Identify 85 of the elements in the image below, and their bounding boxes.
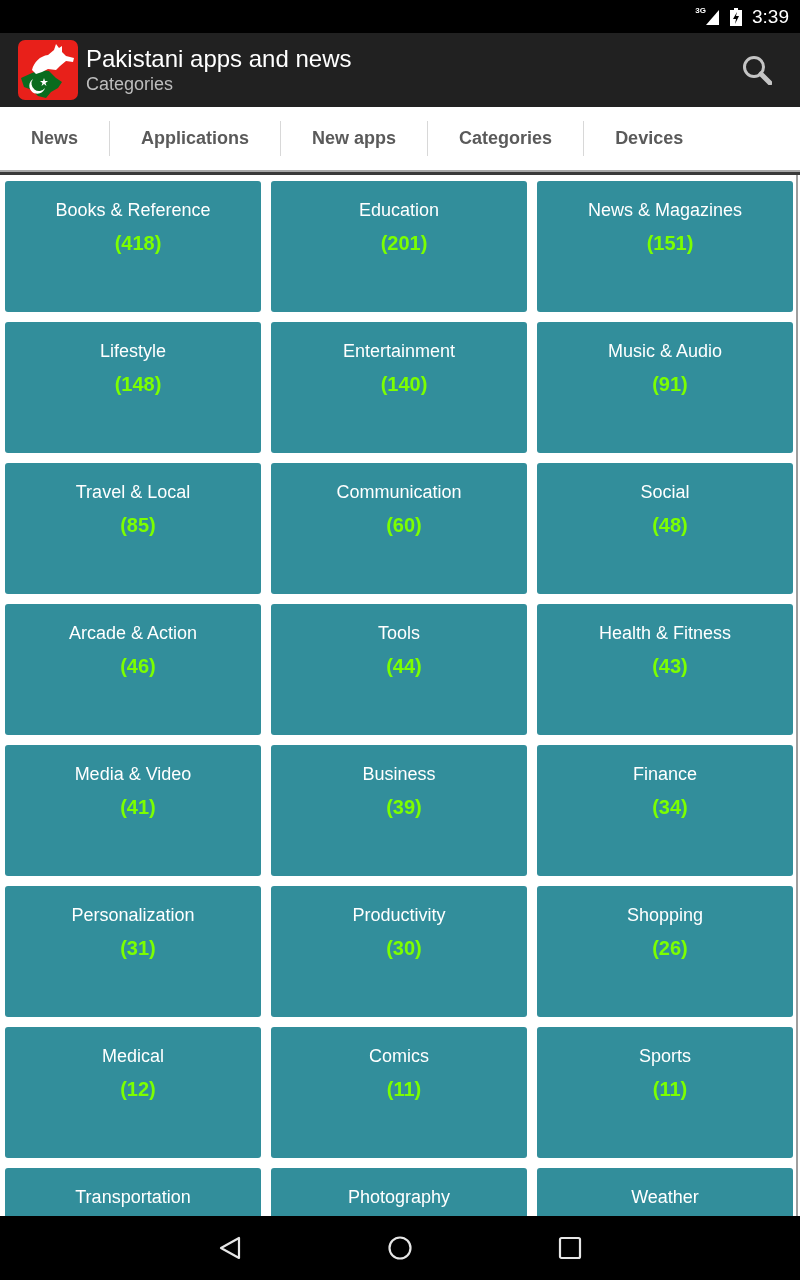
app-count: (11) xyxy=(652,1077,688,1101)
app-count: (26) xyxy=(652,936,688,960)
app-count: (39) xyxy=(386,795,422,819)
category-tile[interactable]: Weather xyxy=(537,1168,793,1216)
category-tile[interactable]: Communication (60) xyxy=(271,463,527,594)
recents-icon[interactable] xyxy=(558,1236,582,1260)
category-name: Comics xyxy=(369,1045,429,1067)
category-tile[interactable]: News & Magazines (151) xyxy=(537,181,793,312)
category-name: Personalization xyxy=(71,904,195,926)
category-tile[interactable]: Sports (11) xyxy=(537,1027,793,1158)
category-name: Lifestyle xyxy=(99,340,166,362)
app-count: (44) xyxy=(386,654,422,678)
app-count: (34) xyxy=(652,795,688,819)
app-count: (151) xyxy=(646,231,694,255)
category-name: Transportation xyxy=(75,1186,191,1208)
category-tile[interactable]: Personalization (31) xyxy=(5,886,261,1017)
app-logo-icon xyxy=(18,40,78,100)
category-name: Productivity xyxy=(352,904,446,926)
category-name: Social xyxy=(640,481,690,503)
category-tile[interactable]: Photography xyxy=(271,1168,527,1216)
category-tile[interactable]: Music & Audio (91) xyxy=(537,322,793,453)
tab[interactable]: New apps xyxy=(281,116,428,161)
category-tile[interactable]: Entertainment (140) xyxy=(271,322,527,453)
category-name: Arcade & Action xyxy=(68,622,198,644)
status-time: 3:39 xyxy=(752,5,789,28)
category-tile[interactable]: Medical (12) xyxy=(5,1027,261,1158)
category-name: Finance xyxy=(632,763,697,785)
app-count: (140) xyxy=(380,372,428,396)
category-name: Education xyxy=(358,199,440,221)
category-tile[interactable]: Lifestyle (148) xyxy=(5,322,261,453)
app-count: (48) xyxy=(652,513,688,537)
category-tile[interactable]: Finance (34) xyxy=(537,745,793,876)
category-tile[interactable]: Social (48) xyxy=(537,463,793,594)
app-count: (12) xyxy=(120,1077,156,1101)
category-name: Entertainment xyxy=(342,340,456,362)
tab[interactable]: Applications xyxy=(110,116,281,161)
category-name: Sports xyxy=(639,1045,691,1067)
category-tile[interactable]: Tools (44) xyxy=(271,604,527,735)
category-name: News & Magazines xyxy=(587,199,743,221)
app-count: (43) xyxy=(652,654,688,678)
signal-icon xyxy=(706,9,719,25)
app-count: (201) xyxy=(380,231,428,255)
battery-charging-icon xyxy=(730,7,742,26)
category-name: Medical xyxy=(102,1045,164,1067)
back-icon[interactable] xyxy=(218,1236,242,1260)
category-name: Shopping xyxy=(626,904,704,926)
search-icon[interactable] xyxy=(742,55,772,85)
app-count: (30) xyxy=(386,936,422,960)
app-title: Pakistani apps and news xyxy=(86,45,353,73)
category-name: Travel & Local xyxy=(75,481,191,503)
app-count: (31) xyxy=(120,936,156,960)
category-tile[interactable]: Shopping (26) xyxy=(537,886,793,1017)
category-tile[interactable]: Books & Reference (418) xyxy=(5,181,261,312)
network-type: 3G xyxy=(695,7,706,15)
tab[interactable]: Categories xyxy=(428,116,584,161)
tab[interactable]: News xyxy=(0,116,110,161)
category-name: Photography xyxy=(347,1186,451,1208)
app-count: (418) xyxy=(114,231,162,255)
category-tile[interactable]: Business (39) xyxy=(271,745,527,876)
category-tile[interactable]: Arcade & Action (46) xyxy=(5,604,261,735)
category-tile[interactable]: Education (201) xyxy=(271,181,527,312)
app-count: (91) xyxy=(652,372,688,396)
app-count: (85) xyxy=(120,513,156,537)
category-name: Business xyxy=(362,763,436,785)
category-tile[interactable]: Comics (11) xyxy=(271,1027,527,1158)
category-tile[interactable]: Productivity (30) xyxy=(271,886,527,1017)
app-count: (60) xyxy=(386,513,422,537)
category-tile[interactable]: Health & Fitness (43) xyxy=(537,604,793,735)
app-count: (46) xyxy=(120,654,156,678)
category-name: Music & Audio xyxy=(607,340,723,362)
category-name: Weather xyxy=(631,1186,699,1208)
app-count: (148) xyxy=(114,372,162,396)
category-name: Health & Fitness xyxy=(598,622,732,644)
category-name: Tools xyxy=(378,622,420,644)
category-tile[interactable]: Travel & Local (85) xyxy=(5,463,261,594)
app-count: (41) xyxy=(120,795,156,819)
app-count: (11) xyxy=(386,1077,422,1101)
app-subtitle: Categories xyxy=(86,73,175,95)
category-name: Books & Reference xyxy=(55,199,211,221)
category-tile[interactable]: Transportation xyxy=(5,1168,261,1216)
category-name: Communication xyxy=(336,481,462,503)
tab[interactable]: Devices xyxy=(584,116,715,161)
category-tile[interactable]: Media & Video (41) xyxy=(5,745,261,876)
home-icon[interactable] xyxy=(388,1236,412,1260)
category-name: Media & Video xyxy=(74,763,192,785)
